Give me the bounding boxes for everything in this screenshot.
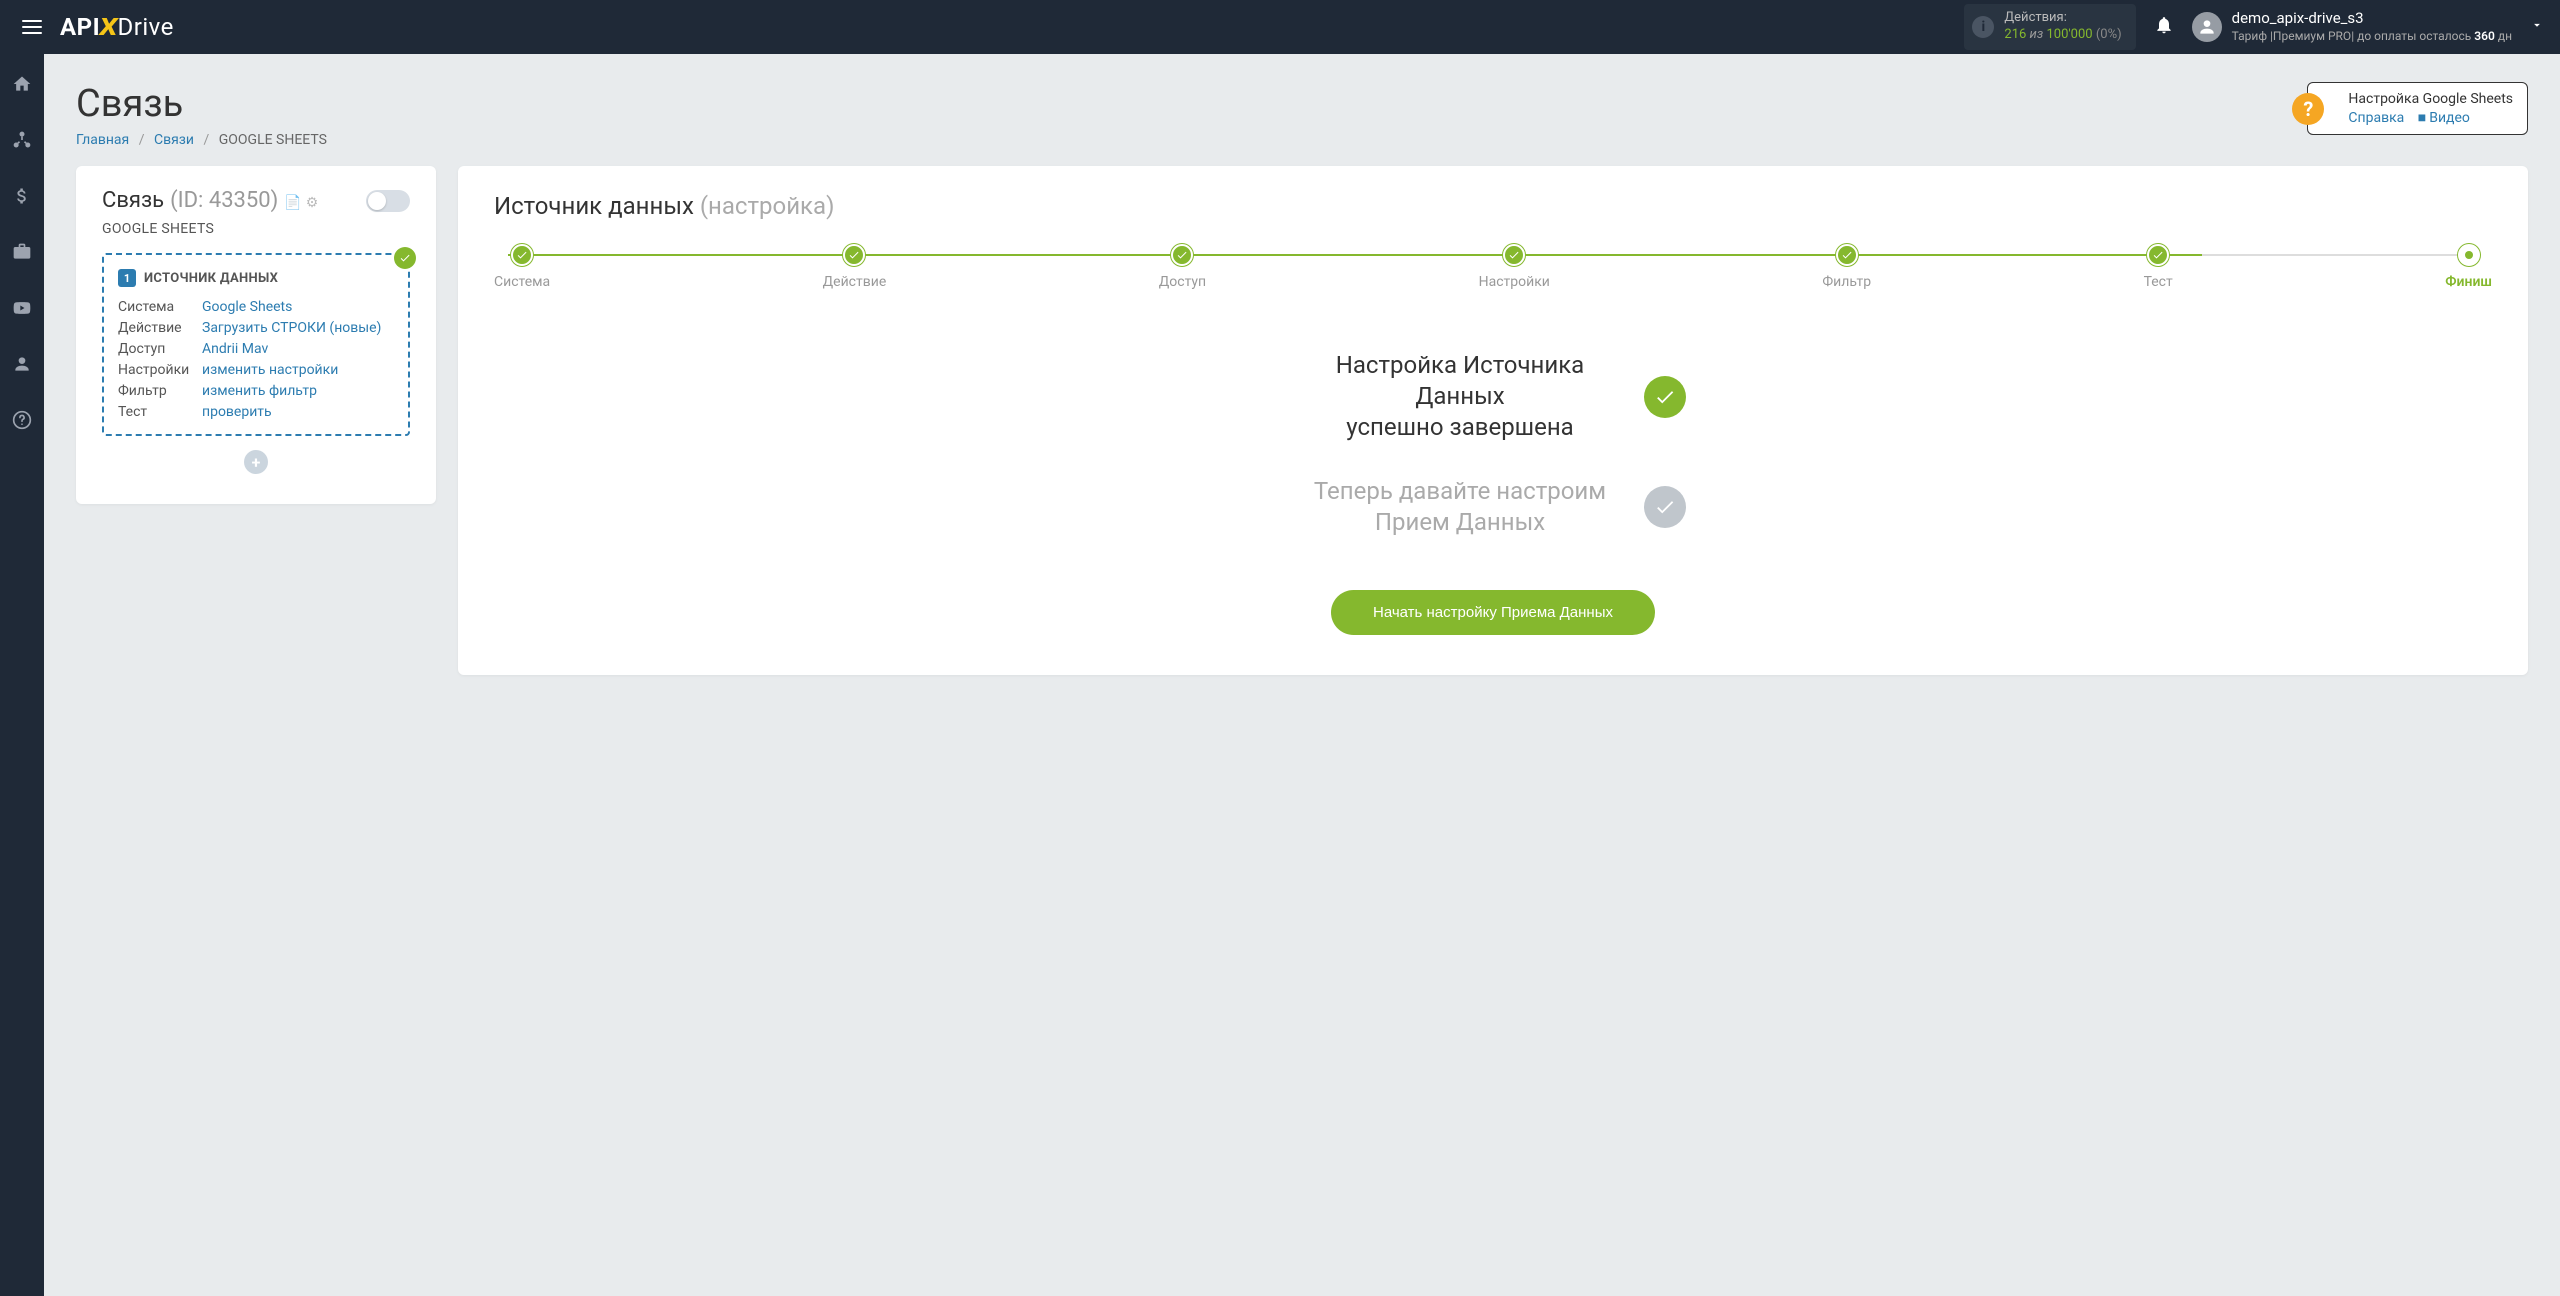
- logo[interactable]: APIXDrive: [60, 13, 174, 41]
- add-button[interactable]: +: [244, 450, 268, 474]
- connection-card: Связь (ID: 43350) 📄 ⚙ GOOGLE SHEETS: [76, 166, 436, 504]
- source-title: ИСТОЧНИК ДАННЫХ: [144, 271, 278, 286]
- done-check-icon: [1644, 376, 1686, 418]
- actions-label: Действия:: [2004, 10, 2121, 27]
- sidebar-video[interactable]: [4, 290, 40, 326]
- breadcrumb: Главная / Связи / GOOGLE SHEETS: [76, 132, 327, 148]
- connection-name: GOOGLE SHEETS: [102, 221, 410, 237]
- breadcrumb-home[interactable]: Главная: [76, 132, 129, 148]
- source-filter[interactable]: изменить фильтр: [202, 383, 394, 399]
- start-setup-button[interactable]: Начать настройку Приема Данных: [1331, 590, 1655, 635]
- sidebar: [0, 54, 44, 1296]
- sidebar-help[interactable]: [4, 402, 40, 438]
- source-access[interactable]: Andrii Mav: [202, 341, 394, 357]
- source-number: 1: [118, 269, 136, 287]
- card-id: (ID: 43350): [170, 188, 278, 213]
- help-icon[interactable]: ?: [2292, 93, 2324, 125]
- help-video-link[interactable]: ■Видео: [2418, 110, 2470, 126]
- source-settings[interactable]: изменить настройки: [202, 362, 394, 378]
- sidebar-connections[interactable]: [4, 122, 40, 158]
- source-action[interactable]: Загрузить СТРОКИ (новые): [202, 320, 394, 336]
- step-settings[interactable]: Настройки: [1479, 244, 1550, 290]
- data-source-box: 1 ИСТОЧНИК ДАННЫХ Система Google Sheets …: [102, 253, 410, 436]
- pending-check-icon: [1644, 486, 1686, 528]
- menu-toggle[interactable]: [16, 14, 48, 40]
- step-filter[interactable]: Фильтр: [1822, 244, 1871, 290]
- username: demo_apix-drive_s3: [2232, 9, 2512, 29]
- bell-icon[interactable]: [2154, 15, 2174, 39]
- step-action[interactable]: Действие: [823, 244, 887, 290]
- card-title: Связь: [102, 188, 164, 213]
- source-system[interactable]: Google Sheets: [202, 299, 394, 315]
- chevron-down-icon: [2530, 18, 2544, 36]
- connection-toggle[interactable]: [366, 190, 410, 212]
- breadcrumb-links[interactable]: Связи: [154, 132, 194, 148]
- page-title: Связь: [76, 82, 327, 126]
- copy-icon[interactable]: 📄: [284, 195, 301, 211]
- setup-panel: Источник данных (настройка) Система Дейс…: [458, 166, 2528, 675]
- step-access[interactable]: Доступ: [1159, 244, 1206, 290]
- help-reference-link[interactable]: Справка: [2348, 110, 2404, 126]
- status-done: Настройка Источника Данных успешно завер…: [1300, 350, 1620, 444]
- user-menu[interactable]: demo_apix-drive_s3 Тариф |Премиум PRO| д…: [2192, 9, 2544, 44]
- step-system[interactable]: Система: [494, 244, 550, 290]
- step-finish[interactable]: Финиш: [2445, 244, 2492, 290]
- app-header: APIXDrive i Действия: 216 из 100'000 (0%…: [0, 0, 2560, 54]
- source-test[interactable]: проверить: [202, 404, 394, 420]
- actions-counter[interactable]: i Действия: 216 из 100'000 (0%): [1964, 4, 2135, 50]
- avatar-icon: [2192, 12, 2222, 42]
- sidebar-briefcase[interactable]: [4, 234, 40, 270]
- sidebar-home[interactable]: [4, 66, 40, 102]
- sidebar-profile[interactable]: [4, 346, 40, 382]
- help-title: Настройка Google Sheets: [2348, 91, 2513, 107]
- check-icon: [394, 247, 416, 269]
- panel-title: Источник данных (настройка): [494, 192, 2492, 220]
- breadcrumb-current: GOOGLE SHEETS: [219, 132, 327, 148]
- stepper: Система Действие Доступ Настройки: [494, 244, 2492, 290]
- help-box: ? Настройка Google Sheets Справка ■Видео: [2307, 82, 2528, 135]
- step-test[interactable]: Тест: [2144, 244, 2173, 290]
- info-icon: i: [1972, 16, 1994, 38]
- sidebar-billing[interactable]: [4, 178, 40, 214]
- gear-icon[interactable]: ⚙: [306, 195, 319, 211]
- status-pending: Теперь давайте настроим Прием Данных: [1300, 476, 1620, 538]
